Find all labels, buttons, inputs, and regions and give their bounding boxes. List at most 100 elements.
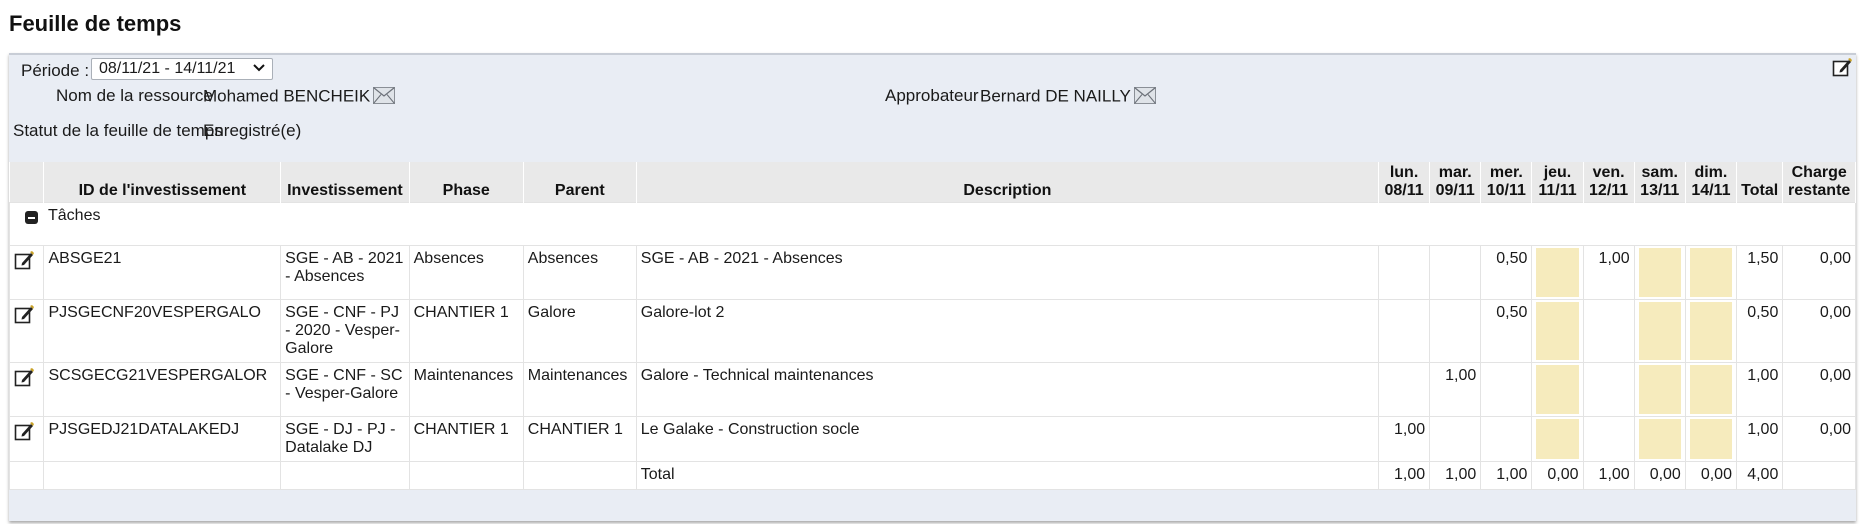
- cell-description-link[interactable]: SGE - AB - 2021 - Absences: [635, 245, 1379, 300]
- approver-label: Approbateur: [885, 86, 979, 105]
- group-label: Tâches: [48, 207, 101, 224]
- cell-day-hours[interactable]: [1377, 299, 1431, 363]
- total-day: 1,00: [1429, 461, 1482, 490]
- col-header-remaining: Charge restante: [1782, 162, 1856, 203]
- col-header-parent[interactable]: Parent: [523, 162, 637, 203]
- col-header-day: mar. 09/11: [1429, 162, 1482, 203]
- col-header-day: dim. 14/11: [1685, 162, 1737, 203]
- cell-day-hours[interactable]: [1684, 299, 1737, 363]
- edit-icon[interactable]: [14, 421, 34, 446]
- period-select[interactable]: 08/11/21 - 14/11/21: [91, 58, 273, 80]
- day-input-field[interactable]: [1536, 419, 1579, 459]
- col-header-investment[interactable]: Investissement: [280, 162, 410, 203]
- day-input-field[interactable]: [1689, 302, 1732, 360]
- day-input-field[interactable]: [1638, 302, 1681, 360]
- period-value: 08/11/21 - 14/11/21: [99, 60, 236, 77]
- cell-day-hours[interactable]: [1531, 245, 1584, 300]
- period-label: Période :: [21, 61, 90, 80]
- envelope-icon[interactable]: [1133, 87, 1156, 109]
- day-input-field[interactable]: [1536, 248, 1579, 297]
- cell-day-hours[interactable]: [1633, 362, 1686, 417]
- cell-parent: Galore: [522, 299, 637, 363]
- cell-description-link[interactable]: Galore - Technical maintenances: [635, 362, 1379, 417]
- total-day: 0,00: [1633, 461, 1686, 490]
- cell-day-hours[interactable]: [1480, 416, 1533, 462]
- cell-parent: CHANTIER 1: [522, 416, 637, 462]
- cell-total: 0,50: [1735, 299, 1784, 363]
- edit-icon[interactable]: [14, 250, 34, 275]
- cell-day-hours[interactable]: [1633, 245, 1686, 300]
- cell-day-hours[interactable]: [1582, 416, 1635, 462]
- cell-day-hours[interactable]: [1684, 362, 1737, 417]
- table-header-row: ID de l'investissement Investissement Ph…: [9, 162, 1856, 203]
- cell-day-hours[interactable]: [1429, 299, 1482, 363]
- edit-icon[interactable]: [14, 367, 34, 392]
- total-day: 1,00: [1377, 461, 1431, 490]
- cell-remaining[interactable]: 0,00: [1782, 416, 1856, 462]
- cell-id: SCSGECG21VESPERGALOR: [43, 362, 282, 417]
- col-header-id[interactable]: ID de l'investissement: [43, 162, 282, 203]
- day-input-field[interactable]: [1536, 365, 1579, 414]
- cell-day-hours[interactable]: [1582, 299, 1635, 363]
- cell-day-hours[interactable]: 1,00: [1582, 245, 1635, 300]
- total-day: 0,00: [1684, 461, 1737, 490]
- cell-total: 1,00: [1735, 416, 1784, 462]
- cell-phase: Maintenances: [408, 362, 524, 417]
- cell-id: PJSGECNF20VESPERGALO: [43, 299, 282, 363]
- cell-day-hours[interactable]: [1377, 362, 1431, 417]
- cell-day-hours[interactable]: [1377, 245, 1431, 300]
- cell-description-link[interactable]: Le Galake - Construction socle: [635, 416, 1379, 462]
- col-header-description[interactable]: Description: [636, 162, 1379, 203]
- cell-day-hours[interactable]: 1,00: [1377, 416, 1431, 462]
- day-input-field[interactable]: [1536, 302, 1579, 360]
- day-input-field[interactable]: [1638, 419, 1681, 459]
- cell-day-hours[interactable]: [1429, 245, 1482, 300]
- table-row: PJSGEDJ21DATALAKEDJ SGE - DJ - PJ - Datal…: [8, 416, 1856, 462]
- cell-day-hours[interactable]: [1582, 362, 1635, 417]
- col-header-day: sam. 13/11: [1634, 162, 1686, 203]
- collapse-icon[interactable]: [25, 211, 38, 225]
- cell-day-hours[interactable]: [1531, 362, 1584, 417]
- cell-day-hours[interactable]: [1684, 245, 1737, 300]
- cell-day-hours[interactable]: [1531, 299, 1584, 363]
- cell-day-hours[interactable]: 1,00: [1429, 362, 1482, 417]
- status-value: Enregistré(e): [203, 121, 302, 140]
- approver-value: Bernard DE NAILLY: [980, 86, 1156, 108]
- cell-phase: Absences: [408, 245, 524, 300]
- cell-description-link[interactable]: Galore-lot 2: [635, 299, 1379, 363]
- cell-total: 1,00: [1735, 362, 1784, 417]
- total-day: 1,00: [1480, 461, 1533, 490]
- cell-day-hours[interactable]: [1684, 416, 1737, 462]
- cell-investment: SGE - DJ - PJ - Datalake DJ: [280, 416, 410, 462]
- col-header-total: Total: [1736, 162, 1784, 203]
- cell-day-hours[interactable]: 0,50: [1480, 245, 1533, 300]
- totals-row: Total 1,00 1,00 1,00 0,00 1,00 0,00 0,00 4,00: [8, 461, 1856, 490]
- cell-day-hours[interactable]: [1633, 299, 1686, 363]
- day-input-field[interactable]: [1689, 248, 1732, 297]
- day-input-field[interactable]: [1689, 365, 1732, 414]
- col-header-phase[interactable]: Phase: [409, 162, 524, 203]
- resource-label: Nom de la ressource: [56, 86, 213, 105]
- col-header-action: [9, 162, 45, 203]
- cell-day-hours[interactable]: 0,50: [1480, 299, 1533, 363]
- cell-day-hours[interactable]: [1480, 362, 1533, 417]
- edit-icon[interactable]: [14, 304, 34, 329]
- cell-day-hours[interactable]: [1531, 416, 1584, 462]
- envelope-icon[interactable]: [373, 87, 396, 109]
- cell-remaining[interactable]: 0,00: [1782, 362, 1856, 417]
- cell-day-hours[interactable]: [1633, 416, 1686, 462]
- day-input-field[interactable]: [1638, 365, 1681, 414]
- day-input-field[interactable]: [1689, 419, 1732, 459]
- total-day: 0,00: [1531, 461, 1584, 490]
- day-input-field[interactable]: [1638, 248, 1681, 297]
- cell-remaining[interactable]: 0,00: [1782, 299, 1856, 363]
- edit-icon[interactable]: [1832, 57, 1852, 82]
- row-edit-cell: [8, 362, 45, 417]
- cell-parent: Absences: [522, 245, 637, 300]
- cell-investment: SGE - AB - 2021 - Absences: [280, 245, 410, 300]
- cell-remaining[interactable]: 0,00: [1782, 245, 1856, 300]
- col-header-day: lun. 08/11: [1378, 162, 1431, 203]
- cell-day-hours[interactable]: [1429, 416, 1482, 462]
- cell-phase: CHANTIER 1: [408, 299, 524, 363]
- timesheet-panel: Période : 08/11/21 - 14/11/21 Nom de la …: [8, 53, 1856, 521]
